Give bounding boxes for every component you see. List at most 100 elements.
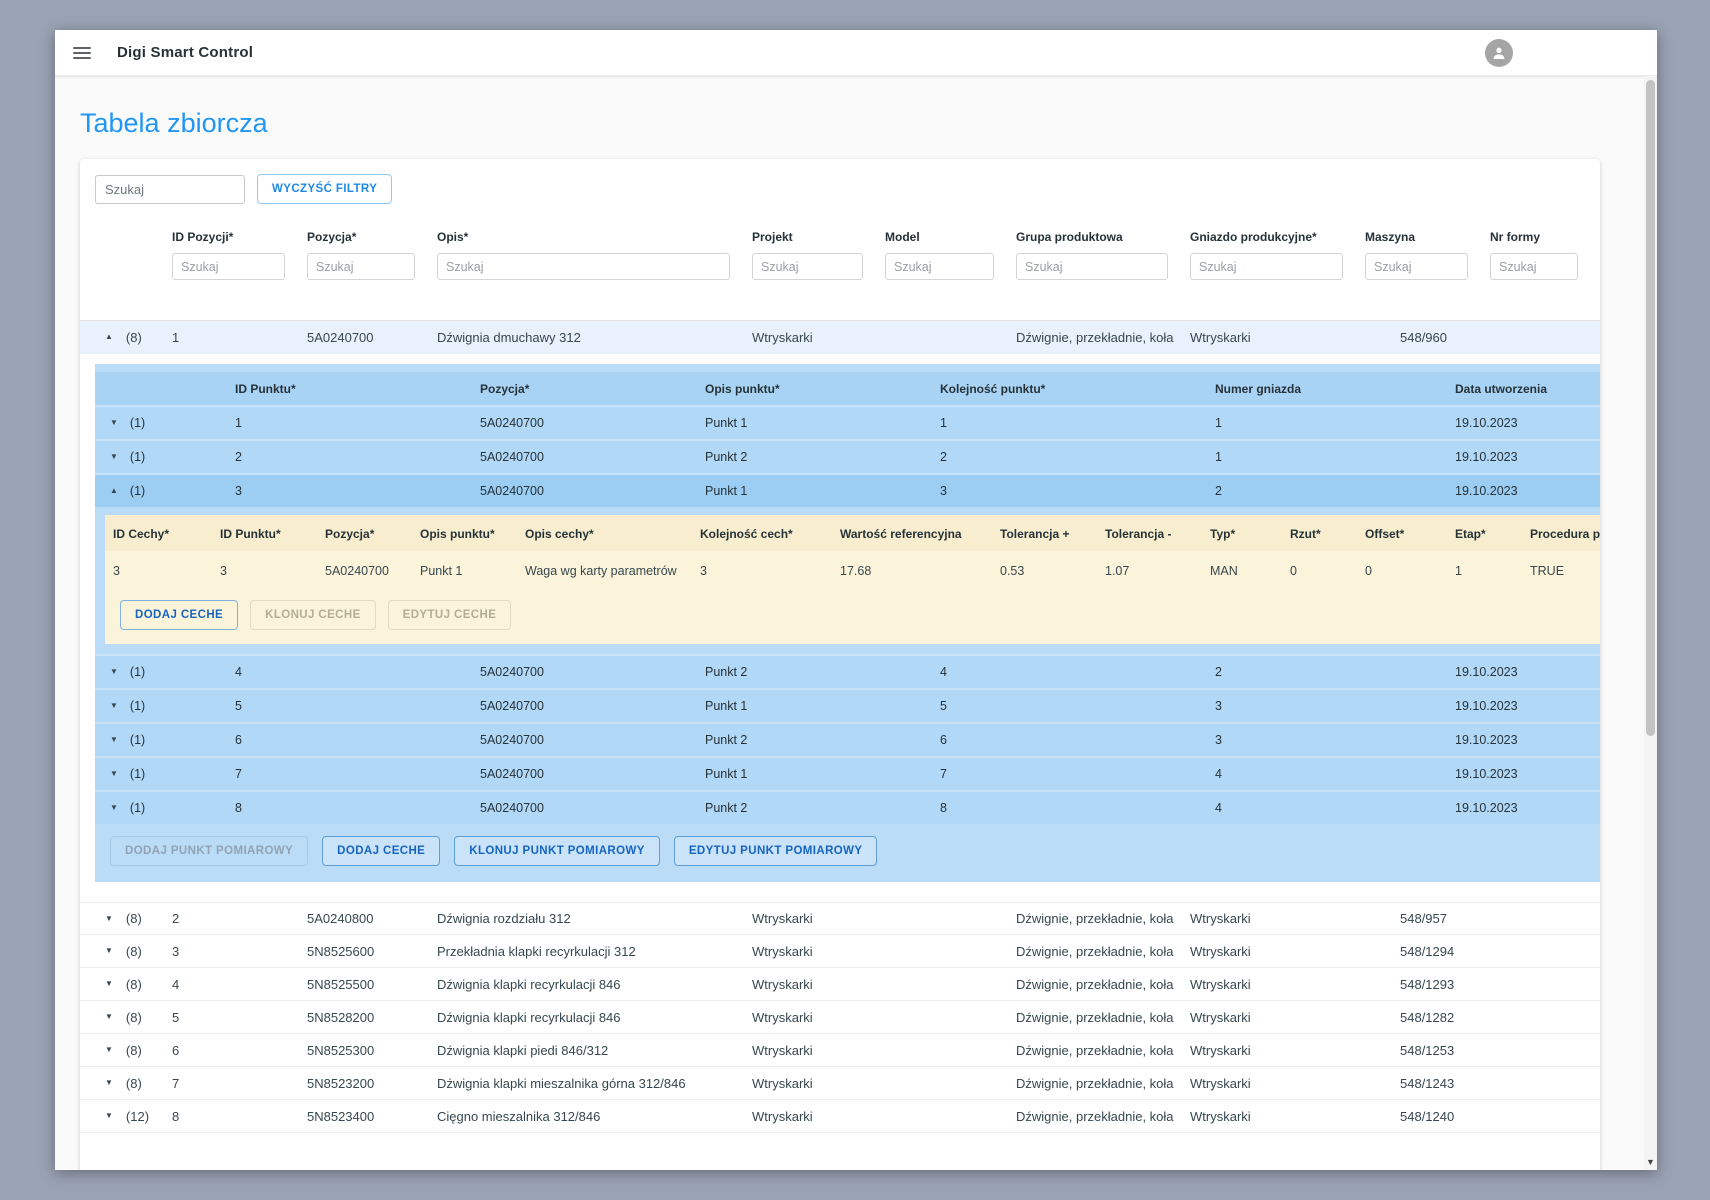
cell-pozycja: 5A0240700	[480, 733, 705, 747]
filter-input-projekt[interactable]	[752, 253, 863, 280]
points-buttons: DODAJ PUNKT POMIAROWY DODAJ CECHE KLONUJ…	[95, 824, 1600, 882]
cell-id: 1	[172, 330, 307, 345]
scrollbar-thumb[interactable]	[1646, 80, 1655, 736]
point-row[interactable]: (1) 2 5A0240700 Punkt 2 2 1 19.10.2023	[95, 439, 1600, 473]
expand-arrow-icon[interactable]	[110, 770, 118, 778]
cell-pozycja: 5A0240700	[480, 416, 705, 430]
cell-gniazdo: Wtryskarki	[1190, 330, 1365, 345]
point-row-selected[interactable]: (1) 3 5A0240700 Punkt 1 3 2 19.10.2023	[95, 473, 1600, 507]
expand-arrow-icon[interactable]	[110, 736, 118, 744]
expand-arrow-icon[interactable]	[105, 1079, 113, 1087]
column-header-id-pozycji: ID Pozycji*	[172, 230, 307, 246]
features-col-etap: Etap*	[1447, 515, 1522, 551]
expand-arrow-icon[interactable]	[105, 915, 113, 923]
point-row[interactable]: (1) 8 5A0240700 Punkt 2 8 4 19.10.2023	[95, 790, 1600, 824]
add-feature-button[interactable]: DODAJ CECHE	[120, 600, 238, 630]
point-row[interactable]: (1) 7 5A0240700 Punkt 1 7 4 19.10.2023	[95, 756, 1600, 790]
expand-arrow-icon[interactable]	[105, 1112, 113, 1120]
child-count: (1)	[130, 767, 145, 781]
child-count: (8)	[126, 1076, 142, 1091]
point-row[interactable]: (1) 1 5A0240700 Punkt 1 1 1 19.10.2023	[95, 405, 1600, 439]
cell-grupa: Dźwignie, przekładnie, koła	[1016, 977, 1190, 992]
cell-kolejnosc: 4	[940, 665, 1215, 679]
point-row[interactable]: (1) 5 5A0240700 Punkt 1 5 3 19.10.2023	[95, 688, 1600, 722]
features-subtable: ID Cechy* ID Punktu* Pozycja* Opis punkt…	[105, 515, 1600, 644]
user-avatar[interactable]	[1485, 39, 1513, 67]
filter-input-nr-formy[interactable]	[1490, 253, 1578, 280]
cell-kolejnosc: 8	[940, 801, 1215, 815]
position-row[interactable]: (8) 5 5N8528200 Dźwignia klapki recyrkul…	[80, 1001, 1600, 1034]
clone-feature-button: KLONUJ CECHE	[250, 600, 376, 630]
cell-opis: Dźwignia klapki mieszalnika górna 312/84…	[437, 1076, 752, 1091]
expand-arrow-icon[interactable]	[105, 947, 113, 955]
filter-input-grupa[interactable]	[1016, 253, 1168, 280]
cell-opis-punktu: Punkt 1	[705, 699, 940, 713]
cell-wartosc-referencyjna: 17.68	[832, 551, 992, 590]
point-row[interactable]: (1) 4 5A0240700 Punkt 2 4 2 19.10.2023	[95, 654, 1600, 688]
cell-data-utworzenia: 19.10.2023	[1455, 416, 1600, 430]
spacer	[80, 280, 1600, 320]
position-row-expanded[interactable]: (8) 1 5A0240700 Dźwignia dmuchawy 312 Wt…	[80, 320, 1600, 354]
cell-kolejnosc: 3	[940, 484, 1215, 498]
expand-arrow-icon[interactable]	[105, 1013, 113, 1021]
cell-nr-formy: 548/1293	[1400, 977, 1600, 992]
cell-projekt: Wtryskarki	[752, 977, 885, 992]
position-row[interactable]: (8) 7 5N8523200 Dźwignia klapki mieszaln…	[80, 1067, 1600, 1100]
expand-arrow-icon[interactable]	[110, 453, 118, 461]
add-feature-button-outer[interactable]: DODAJ CECHE	[322, 836, 440, 866]
cell-projekt: Wtryskarki	[752, 1109, 885, 1124]
filter-input-maszyna[interactable]	[1365, 253, 1468, 280]
cell-opis-punktu: Punkt 2	[705, 450, 940, 464]
clear-filters-button[interactable]: WYCZYŚĆ FILTRY	[257, 174, 392, 204]
summary-table-card: WYCZYŚĆ FILTRY ID Pozycji* Pozycja* Opis…	[80, 159, 1600, 1170]
collapse-arrow-icon[interactable]	[110, 487, 118, 495]
vertical-scrollbar[interactable]: ▼	[1644, 76, 1657, 1170]
cell-projekt: Wtryskarki	[752, 944, 885, 959]
filter-input-model[interactable]	[885, 253, 994, 280]
cell-id: 6	[172, 1043, 307, 1058]
cell-id-punktu: 7	[235, 767, 480, 781]
position-row[interactable]: (8) 4 5N8525500 Dźwignia klapki recyrkul…	[80, 968, 1600, 1001]
cell-gniazdo: Wtryskarki	[1190, 1109, 1365, 1124]
search-input[interactable]	[95, 175, 245, 204]
cell-gniazdo: Wtryskarki	[1190, 944, 1365, 959]
point-row[interactable]: (1) 6 5A0240700 Punkt 2 6 3 19.10.2023	[95, 722, 1600, 756]
cell-gniazdo: Wtryskarki	[1190, 1076, 1365, 1091]
points-col-id: ID Punktu*	[235, 382, 480, 396]
position-row[interactable]: (12) 8 5N8523400 Cięgno mieszalnika 312/…	[80, 1100, 1600, 1133]
cell-id-punktu: 3	[212, 551, 317, 590]
cell-rzut: 0	[1282, 551, 1357, 590]
features-col-id-punktu: ID Punktu*	[212, 515, 317, 551]
clone-measure-point-button[interactable]: KLONUJ PUNKT POMIAROWY	[454, 836, 660, 866]
cell-pozycja: 5A0240700	[317, 551, 412, 590]
menu-icon[interactable]	[73, 47, 91, 59]
scroll-down-arrow-icon[interactable]: ▼	[1644, 1157, 1657, 1167]
expand-arrow-icon[interactable]	[110, 668, 118, 676]
cell-opis: Dźwignia klapki piedi 846/312	[437, 1043, 752, 1058]
child-count: (8)	[126, 944, 142, 959]
cell-data-utworzenia: 19.10.2023	[1455, 767, 1600, 781]
features-header-row: ID Cechy* ID Punktu* Pozycja* Opis punkt…	[105, 515, 1600, 551]
expand-arrow-icon[interactable]	[105, 1046, 113, 1054]
filter-input-id-pozycji[interactable]	[172, 253, 285, 280]
cell-data-utworzenia: 19.10.2023	[1455, 733, 1600, 747]
filter-input-pozycja[interactable]	[307, 253, 415, 280]
expand-arrow-icon[interactable]	[105, 980, 113, 988]
edit-measure-point-button[interactable]: EDYTUJ PUNKT POMIAROWY	[674, 836, 878, 866]
position-row[interactable]: (8) 2 5A0240800 Dźwignia rozdziału 312 W…	[80, 902, 1600, 935]
filter-input-opis[interactable]	[437, 253, 730, 280]
cell-data-utworzenia: 19.10.2023	[1455, 665, 1600, 679]
cell-grupa: Dźwignie, przekładnie, koła	[1016, 911, 1190, 926]
cell-id-cechy: 3	[105, 551, 212, 590]
cell-opis: Dźwignia dmuchawy 312	[437, 330, 752, 345]
position-row[interactable]: (8) 3 5N8525600 Przekładnia klapki recyr…	[80, 935, 1600, 968]
collapse-arrow-icon[interactable]	[105, 333, 113, 341]
expand-arrow-icon[interactable]	[110, 702, 118, 710]
expand-arrow-icon[interactable]	[110, 804, 118, 812]
column-header-model: Model	[885, 230, 1016, 246]
expand-arrow-icon[interactable]	[110, 419, 118, 427]
filter-input-gniazdo[interactable]	[1190, 253, 1343, 280]
feature-row[interactable]: 3 3 5A0240700 Punkt 1 Waga wg karty para…	[105, 551, 1600, 590]
position-row[interactable]: (8) 6 5N8525300 Dźwignia klapki piedi 84…	[80, 1034, 1600, 1067]
cell-nr-formy: 548/960	[1400, 330, 1600, 345]
